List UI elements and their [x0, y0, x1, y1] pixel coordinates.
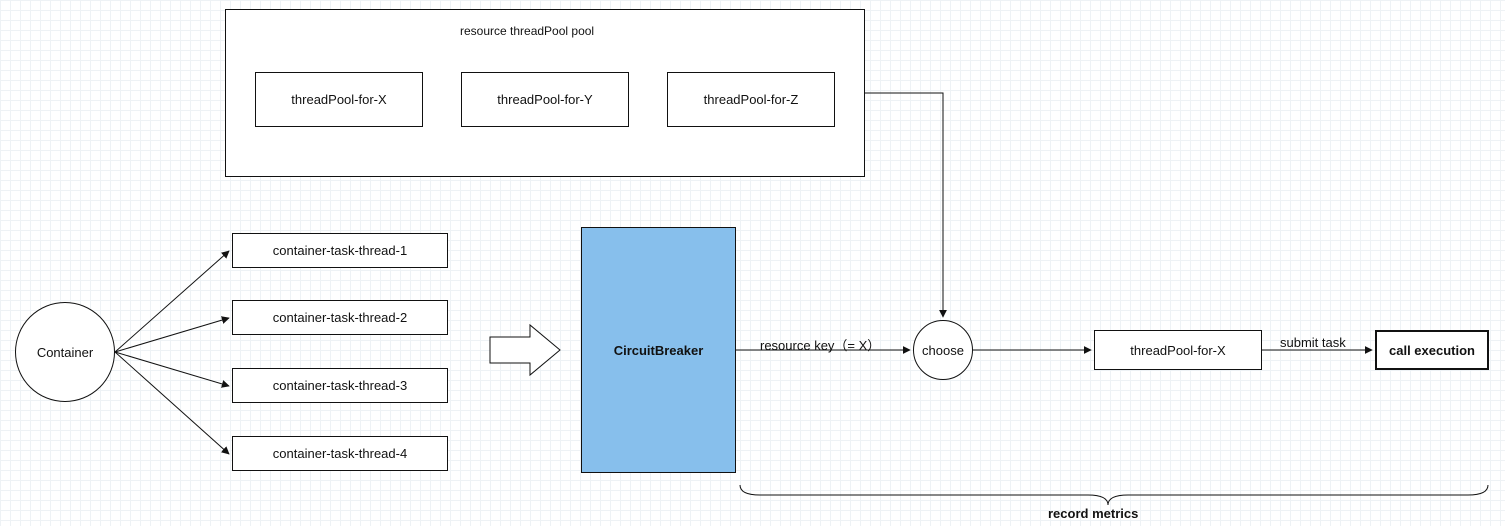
selected-pool-node: threadPool-for-X [1094, 330, 1262, 370]
pool-z: threadPool-for-Z [667, 72, 835, 127]
container-node: Container [15, 302, 115, 402]
pool-y-label: threadPool-for-Y [497, 92, 592, 107]
task-thread-1-label: container-task-thread-1 [273, 243, 407, 258]
container-label: Container [37, 345, 93, 360]
pool-x-label: threadPool-for-X [291, 92, 386, 107]
call-execution-node: call execution [1375, 330, 1489, 370]
circuit-breaker-label: CircuitBreaker [614, 343, 704, 358]
circuit-breaker-node: CircuitBreaker [581, 227, 736, 473]
pool-y: threadPool-for-Y [461, 72, 629, 127]
task-thread-3-label: container-task-thread-3 [273, 378, 407, 393]
task-thread-3: container-task-thread-3 [232, 368, 448, 403]
record-metrics-label: record metrics [1048, 506, 1138, 521]
brace-icon [740, 485, 1488, 505]
resource-pool-group-title: resource threadPool pool [460, 24, 594, 38]
selected-pool-label: threadPool-for-X [1130, 343, 1225, 358]
task-thread-2-label: container-task-thread-2 [273, 310, 407, 325]
task-thread-2: container-task-thread-2 [232, 300, 448, 335]
task-thread-4-label: container-task-thread-4 [273, 446, 407, 461]
task-thread-4: container-task-thread-4 [232, 436, 448, 471]
resource-key-label: resource key（= X） [760, 335, 880, 354]
call-execution-label: call execution [1389, 343, 1475, 358]
choose-label: choose [922, 343, 964, 358]
choose-node: choose [913, 320, 973, 380]
pool-z-label: threadPool-for-Z [704, 92, 799, 107]
block-arrow-icon [490, 325, 560, 375]
pool-x: threadPool-for-X [255, 72, 423, 127]
submit-task-label: submit task [1280, 335, 1346, 350]
task-thread-1: container-task-thread-1 [232, 233, 448, 268]
